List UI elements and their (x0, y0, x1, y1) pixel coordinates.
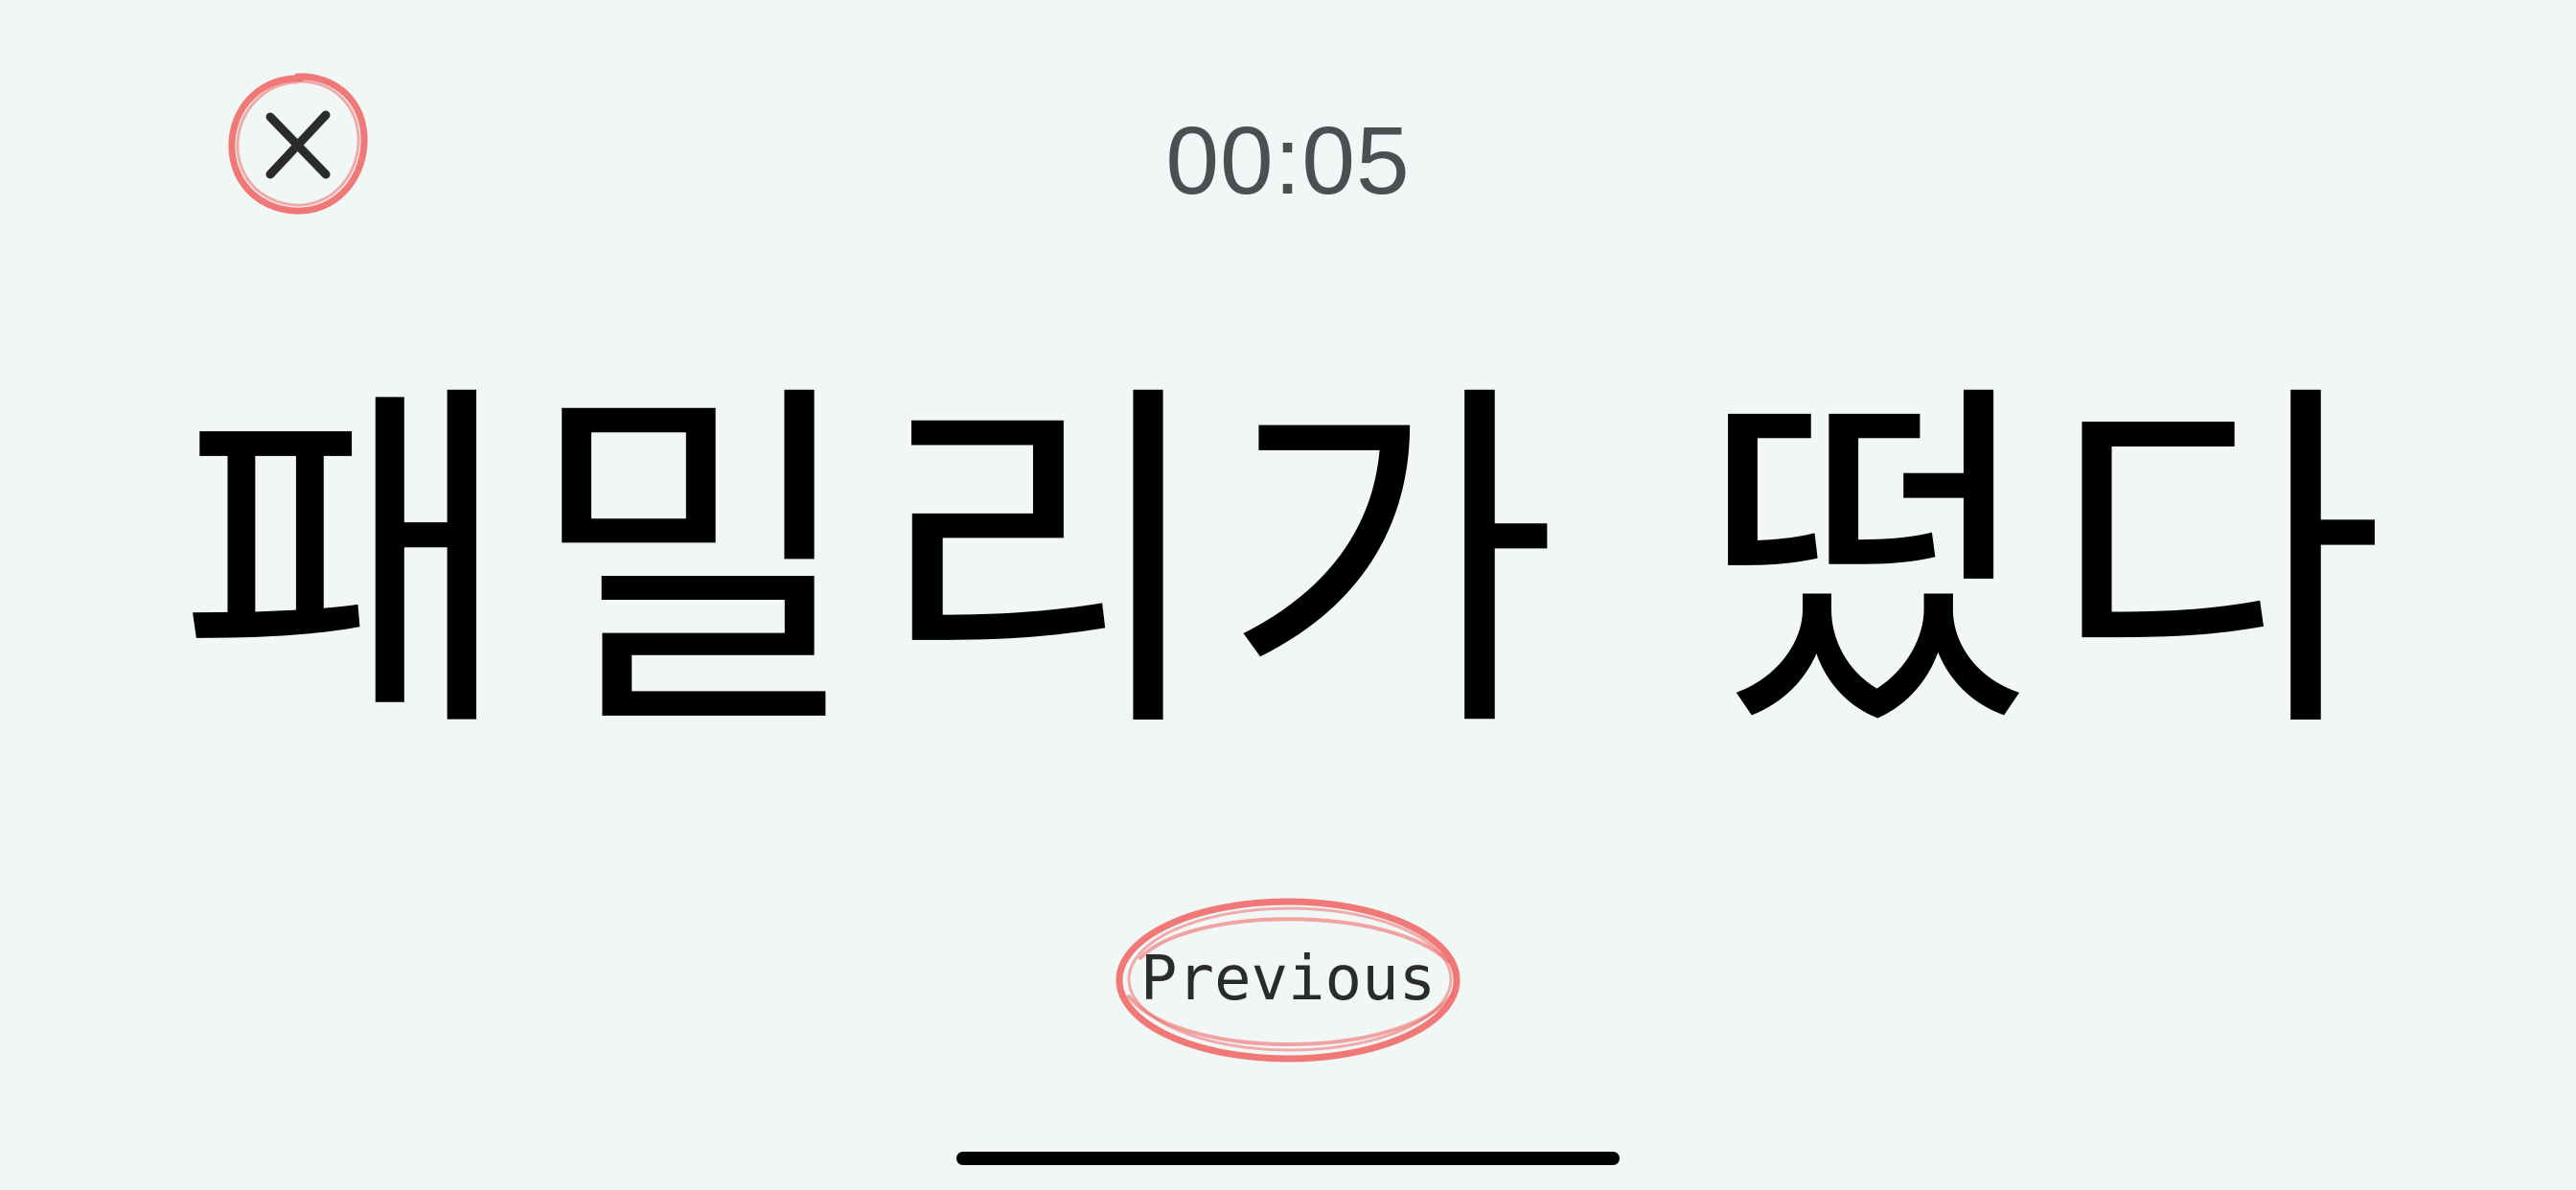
flashcard-phrase: 패밀리가 떴다 (177, 353, 2399, 777)
home-indicator[interactable] (956, 1152, 1620, 1165)
previous-button-label: Previous (1139, 944, 1437, 1015)
previous-button[interactable]: Previous (1112, 891, 1464, 1069)
timer: 00:05 (1165, 107, 1411, 215)
